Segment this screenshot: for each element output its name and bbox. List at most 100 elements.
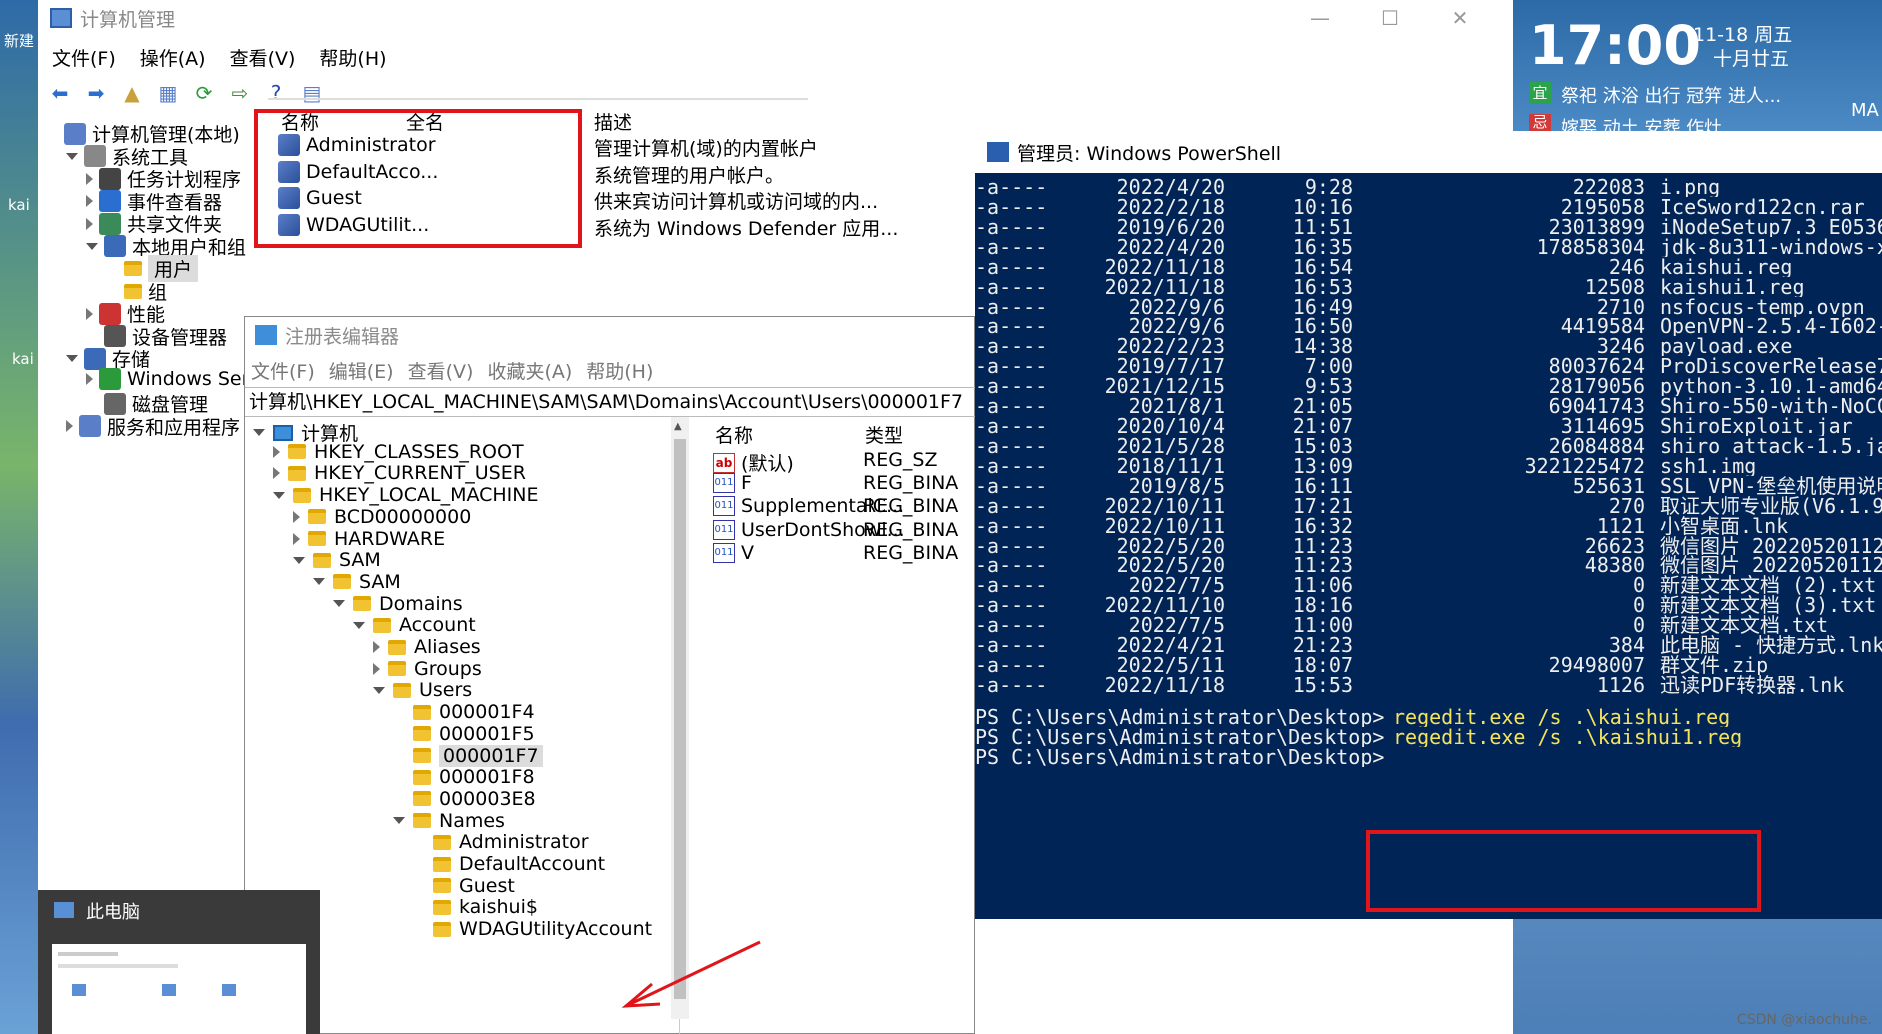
ps-file-row: -a---- 2022/4/20 9:28 222083 i.png — [975, 175, 1882, 197]
desktop-icon-label[interactable]: 新建 — [4, 30, 34, 51]
registry-key-label: Aliases — [414, 636, 481, 658]
folder-icon — [293, 487, 311, 503]
file-size: 178858304 — [1536, 234, 1645, 257]
refresh-icon[interactable]: ⟳ — [190, 80, 218, 106]
registry-value[interactable]: 011 F — [713, 472, 752, 494]
expand-chevron-icon[interactable] — [373, 686, 385, 694]
tree-node[interactable]: Windows Ser — [86, 367, 249, 390]
file-time: 21:05 — [1292, 394, 1353, 417]
reg-titlebar[interactable]: 注册表编辑器 — [245, 317, 974, 353]
file-time: 18:16 — [1292, 593, 1353, 616]
menu-item[interactable]: 帮助(H) — [586, 357, 653, 384]
calendar-widget[interactable]: 17:00 11-18 周五 十月廿五 宜 祭祀 沐浴 出行 冠笄 进人... … — [1513, 0, 1882, 131]
taskbar-preview[interactable]: 此电脑 — [38, 890, 320, 1034]
desktop-icon-label[interactable]: kai — [12, 350, 34, 368]
thumbnail-line — [58, 964, 178, 968]
expand-chevron-icon[interactable] — [86, 172, 93, 185]
action-pane-icon[interactable]: ▤ — [298, 80, 326, 106]
expand-chevron-icon[interactable] — [273, 445, 280, 458]
expand-chevron-icon[interactable] — [293, 510, 300, 523]
export-list-icon[interactable]: ⇨ — [226, 80, 254, 106]
reg-tree-scrollbar[interactable]: ▲ — [671, 417, 689, 1019]
value-header-type[interactable]: 类型 — [865, 421, 903, 448]
registry-key[interactable]: Domains — [333, 593, 463, 615]
registry-key[interactable]: Names — [393, 810, 505, 832]
registry-key[interactable]: DefaultAccount — [413, 853, 605, 875]
registry-key[interactable]: 000001F7 — [393, 744, 543, 767]
expand-chevron-icon[interactable] — [353, 621, 365, 629]
expand-chevron-icon[interactable] — [333, 600, 345, 608]
file-time: 21:23 — [1292, 633, 1353, 656]
registry-key[interactable]: 000001F5 — [393, 723, 535, 745]
expand-chevron-icon[interactable] — [273, 467, 280, 480]
up-folder-icon[interactable]: ▲ — [118, 80, 146, 106]
expand-chevron-icon[interactable] — [273, 491, 285, 499]
forward-arrow-icon[interactable]: ➡ — [82, 80, 110, 106]
registry-key[interactable]: 000001F8 — [393, 766, 535, 788]
expand-chevron-icon[interactable] — [253, 429, 265, 436]
value-header-name[interactable]: 名称 — [715, 421, 753, 448]
registry-key[interactable]: SAM — [313, 571, 401, 593]
registry-key[interactable]: 000001F4 — [393, 701, 535, 723]
registry-key[interactable]: Aliases — [373, 636, 481, 658]
expand-chevron-icon[interactable] — [373, 641, 380, 653]
registry-key[interactable]: 000003E8 — [393, 788, 536, 810]
expand-chevron-icon[interactable] — [393, 817, 405, 825]
menu-item[interactable]: 操作(A) — [140, 44, 206, 71]
expand-chevron-icon[interactable] — [86, 217, 93, 230]
menu-item[interactable]: 文件(F) — [251, 357, 315, 384]
expand-chevron-icon[interactable] — [293, 556, 305, 564]
registry-key[interactable]: HKEY_LOCAL_MACHINE — [273, 484, 539, 506]
close-button[interactable]: ✕ — [1425, 0, 1495, 36]
menu-item[interactable]: 收藏夹(A) — [487, 357, 572, 384]
registry-key[interactable]: HKEY_CURRENT_USER — [273, 462, 526, 484]
menu-item[interactable]: 文件(F) — [52, 44, 116, 71]
arrow-head — [621, 982, 661, 1008]
menu-item[interactable]: 编辑(E) — [329, 357, 394, 384]
show-hide-tree-icon[interactable]: ▦ — [154, 80, 182, 106]
folder-icon — [373, 617, 391, 633]
registry-key[interactable]: Administrator — [413, 831, 589, 853]
registry-key[interactable]: HARDWARE — [293, 528, 445, 550]
expand-chevron-icon[interactable] — [66, 355, 78, 362]
registry-key[interactable]: Groups — [373, 658, 482, 680]
ps-titlebar[interactable]: 管理员: Windows PowerShell — [975, 131, 1882, 173]
registry-value[interactable]: 011 V — [713, 542, 754, 564]
expand-chevron-icon[interactable] — [293, 532, 300, 545]
expand-chevron-icon[interactable] — [86, 195, 93, 207]
registry-key[interactable]: Users — [373, 679, 472, 701]
back-arrow-icon[interactable]: ⬅ — [46, 80, 74, 106]
expand-chevron-icon[interactable] — [66, 420, 73, 432]
registry-key[interactable]: HKEY_CLASSES_ROOT — [273, 441, 524, 463]
registry-key-label: HKEY_LOCAL_MACHINE — [319, 484, 539, 507]
folder-icon — [413, 748, 431, 763]
expand-chevron-icon[interactable] — [86, 242, 98, 250]
scrollbar-thumb[interactable] — [674, 439, 686, 999]
menu-item[interactable]: 帮助(H) — [319, 44, 386, 71]
folder-icon — [124, 261, 142, 276]
menu-item[interactable]: 查看(V) — [230, 44, 296, 71]
scroll-up-icon[interactable]: ▲ — [674, 421, 682, 432]
expand-chevron-icon[interactable] — [313, 578, 325, 586]
registry-key[interactable]: kaishui$ — [413, 896, 538, 918]
thumbnail-icon — [162, 984, 176, 996]
expand-chevron-icon[interactable] — [86, 372, 93, 385]
help-icon[interactable]: ? — [262, 80, 290, 106]
expand-chevron-icon[interactable] — [373, 662, 380, 675]
tree-node[interactable]: 服务和应用程序 — [66, 413, 240, 440]
menu-item[interactable]: 查看(V) — [408, 357, 474, 384]
ps-file-row: -a----2019/8/516:11525631SSL VPN-堡垒机使用说明… — [975, 474, 1882, 496]
registry-key[interactable]: Account — [353, 614, 476, 636]
reg-address-bar[interactable]: 计算机\HKEY_LOCAL_MACHINE\SAM\SAM\Domains\A… — [245, 387, 976, 417]
maximize-button[interactable]: ☐ — [1355, 0, 1425, 36]
column-header-description[interactable]: 描述 — [594, 108, 632, 135]
desktop-icon-label[interactable]: kai — [8, 196, 30, 214]
registry-key[interactable]: SAM — [293, 549, 381, 571]
expand-chevron-icon[interactable] — [66, 152, 78, 160]
highlight-user-list — [254, 109, 582, 248]
registry-key[interactable]: BCD00000000 — [293, 506, 471, 528]
expand-chevron-icon[interactable] — [86, 307, 93, 320]
minimize-button[interactable]: — — [1285, 0, 1355, 36]
registry-key[interactable]: Guest — [413, 875, 515, 897]
